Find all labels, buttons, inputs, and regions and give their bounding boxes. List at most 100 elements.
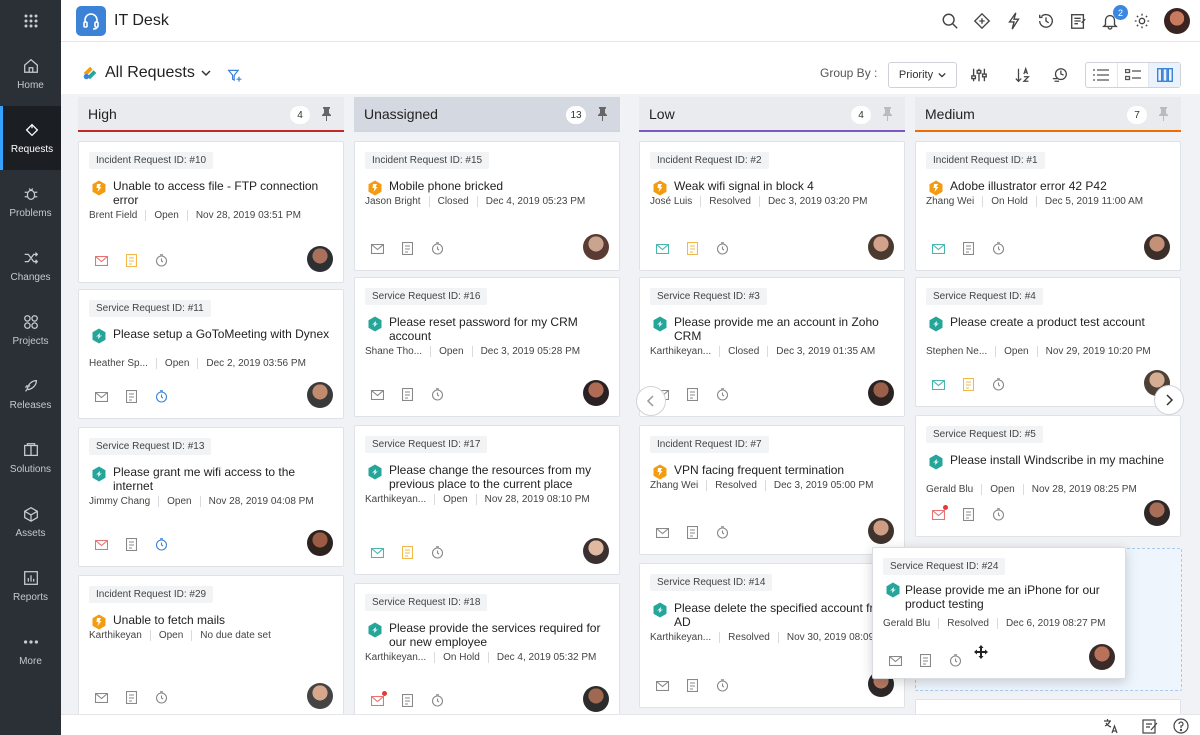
- kanban-view-button[interactable]: [1149, 63, 1181, 87]
- request-title[interactable]: Adobe illustrator error 42 P42: [950, 179, 1175, 193]
- assignee-avatar[interactable]: [868, 380, 894, 406]
- mail-action[interactable]: [889, 654, 902, 667]
- pin-column-button[interactable]: [321, 107, 332, 126]
- request-card[interactable]: Service Request ID: #11 Please setup a Go…: [78, 289, 344, 419]
- assignee-avatar[interactable]: [1089, 644, 1115, 670]
- mail-action[interactable]: [656, 679, 669, 692]
- mail-action[interactable]: [95, 691, 108, 704]
- mail-action[interactable]: [932, 505, 948, 521]
- timer-action[interactable]: [992, 378, 1005, 391]
- sidebar-item-solutions[interactable]: Solutions: [0, 426, 61, 490]
- request-title[interactable]: Unable to access file - FTP connection e…: [113, 179, 338, 207]
- request-card[interactable]: Incident Request ID: #15 Mobile phone bri…: [354, 141, 620, 271]
- mail-action[interactable]: [656, 526, 669, 539]
- help-button[interactable]: [1172, 717, 1189, 734]
- request-title[interactable]: Please create a product test account: [950, 315, 1175, 329]
- view-selector[interactable]: All Requests: [81, 64, 211, 82]
- sidebar-item-releases[interactable]: Releases: [0, 362, 61, 426]
- sidebar-item-projects[interactable]: Projects: [0, 298, 61, 362]
- mail-action[interactable]: [371, 546, 384, 559]
- request-title[interactable]: Mobile phone bricked: [389, 179, 614, 193]
- request-card[interactable]: Service Request ID: #14 Please delete the…: [639, 563, 905, 708]
- request-card[interactable]: Service Request ID: #13 Please grant me w…: [78, 427, 344, 567]
- request-card[interactable]: Incident Request ID: #29 Unable to fetch …: [78, 575, 344, 720]
- notifications-button[interactable]: 2: [1100, 5, 1128, 31]
- lightning-button[interactable]: [1004, 11, 1024, 31]
- quick-create-button[interactable]: [972, 11, 992, 31]
- timer-action[interactable]: [155, 254, 168, 267]
- assignee-avatar[interactable]: [583, 380, 609, 406]
- assignee-avatar[interactable]: [307, 382, 333, 408]
- scroll-right-button[interactable]: [1154, 385, 1184, 415]
- timer-action[interactable]: [949, 654, 962, 667]
- timer-action[interactable]: [155, 390, 168, 403]
- request-title[interactable]: Please provide me an account in Zoho CRM: [674, 315, 899, 343]
- history-button[interactable]: [1036, 11, 1056, 31]
- mail-action[interactable]: [371, 242, 384, 255]
- request-card[interactable]: Service Request ID: #18 Please provide th…: [354, 583, 620, 723]
- request-title[interactable]: Please delete the specified account from…: [674, 601, 899, 629]
- timer-action[interactable]: [431, 694, 444, 707]
- search-button[interactable]: [940, 11, 960, 31]
- sidebar-item-requests[interactable]: Requests: [0, 106, 61, 170]
- assignee-avatar[interactable]: [868, 234, 894, 260]
- request-card[interactable]: Service Request ID: #4 Please create a pr…: [915, 277, 1181, 407]
- scroll-left-button[interactable]: [636, 386, 666, 416]
- sidebar-item-reports[interactable]: Reports: [0, 554, 61, 618]
- timeline-button[interactable]: [1051, 66, 1069, 84]
- dragged-card[interactable]: Service Request ID: #24 Please provide m…: [872, 547, 1126, 679]
- notes-action[interactable]: [125, 254, 138, 267]
- notes-action[interactable]: [686, 526, 699, 539]
- request-card[interactable]: Service Request ID: #17 Please change the…: [354, 425, 620, 575]
- timer-action[interactable]: [155, 691, 168, 704]
- mail-action[interactable]: [95, 390, 108, 403]
- notes-action[interactable]: [686, 242, 699, 255]
- notes-action[interactable]: [686, 388, 699, 401]
- request-title[interactable]: Please change the resources from my prev…: [389, 463, 614, 491]
- feedback-button[interactable]: [1141, 717, 1158, 734]
- request-card[interactable]: Incident Request ID: #10 Unable to access…: [78, 141, 344, 283]
- language-button[interactable]: [1102, 717, 1119, 734]
- mail-action[interactable]: [371, 691, 387, 707]
- filter-button[interactable]: [227, 68, 243, 89]
- notes-action[interactable]: [962, 242, 975, 255]
- mail-action[interactable]: [932, 378, 945, 391]
- timer-action[interactable]: [992, 508, 1005, 521]
- request-title[interactable]: Please grant me wifi access to the inter…: [113, 465, 338, 493]
- request-title[interactable]: VPN facing frequent termination: [674, 463, 899, 477]
- list-view-button[interactable]: [1086, 63, 1118, 87]
- request-card[interactable]: Incident Request ID: #7 VPN facing freque…: [639, 425, 905, 555]
- mail-action[interactable]: [656, 242, 669, 255]
- sidebar-item-more[interactable]: More: [0, 618, 61, 682]
- request-title[interactable]: Please reset password for my CRM account: [389, 315, 614, 343]
- group-by-select[interactable]: Priority: [888, 62, 957, 88]
- sort-button[interactable]: [1014, 66, 1032, 84]
- request-title[interactable]: Please provide the services required for…: [389, 621, 614, 649]
- column-header[interactable]: Low 4: [639, 97, 905, 132]
- pin-column-button[interactable]: [1158, 107, 1169, 126]
- sidebar-item-home[interactable]: Home: [0, 42, 61, 106]
- notes-action[interactable]: [962, 378, 975, 391]
- table-view-button[interactable]: [1118, 63, 1150, 87]
- column-header[interactable]: Medium 7: [915, 97, 1181, 132]
- notes-action[interactable]: [401, 546, 414, 559]
- mail-action[interactable]: [932, 242, 945, 255]
- timer-action[interactable]: [716, 388, 729, 401]
- request-title[interactable]: Please provide me an iPhone for our prod…: [905, 583, 1115, 611]
- notes-action[interactable]: [919, 654, 932, 667]
- column-header[interactable]: Unassigned 13: [354, 97, 620, 132]
- app-switcher-button[interactable]: [0, 0, 61, 42]
- request-title[interactable]: Please setup a GoToMeeting with Dynex: [113, 327, 338, 341]
- timer-action[interactable]: [431, 546, 444, 559]
- notes-action[interactable]: [401, 694, 414, 707]
- request-title[interactable]: Please install Windscribe in my machine: [950, 453, 1175, 467]
- pin-column-button[interactable]: [597, 107, 608, 126]
- column-header[interactable]: High 4: [78, 97, 344, 132]
- mail-action[interactable]: [371, 388, 384, 401]
- assignee-avatar[interactable]: [583, 234, 609, 260]
- request-title[interactable]: Unable to fetch mails: [113, 613, 338, 627]
- notes-action[interactable]: [962, 508, 975, 521]
- assignee-avatar[interactable]: [583, 686, 609, 712]
- assignee-avatar[interactable]: [868, 518, 894, 544]
- notes-action[interactable]: [686, 679, 699, 692]
